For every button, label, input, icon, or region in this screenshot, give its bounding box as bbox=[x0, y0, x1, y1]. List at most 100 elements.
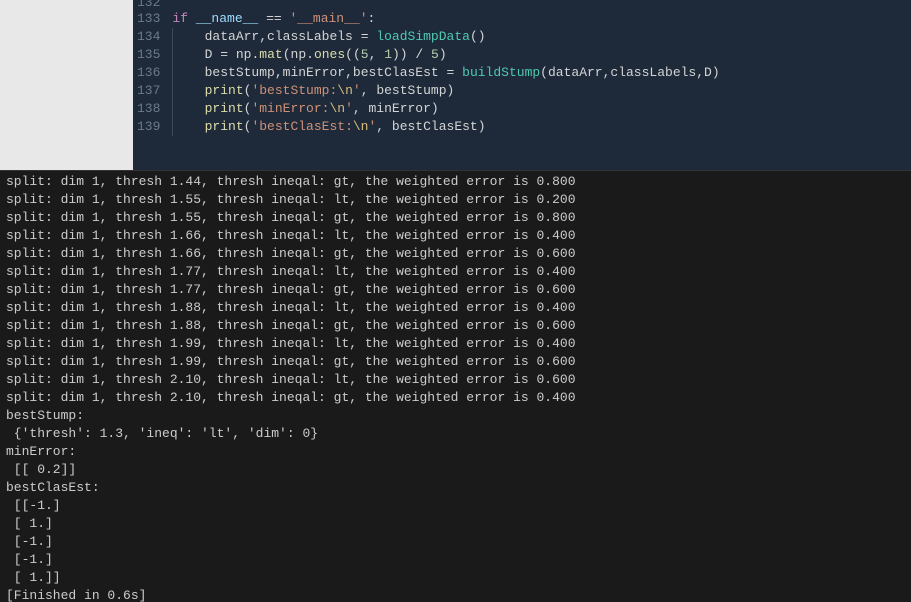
output-line: [ 1.] bbox=[6, 515, 905, 533]
token-call: print bbox=[205, 119, 244, 134]
token-op: == bbox=[266, 11, 282, 26]
token-var: bestClasEst bbox=[392, 119, 478, 134]
token-var: dataArr bbox=[205, 29, 260, 44]
code-line[interactable] bbox=[172, 0, 719, 10]
line-number: 135 bbox=[137, 46, 160, 64]
token-op: , bbox=[376, 119, 392, 134]
token-str: 'bestClasEst: bbox=[251, 119, 352, 134]
token-var: bestClasEst bbox=[353, 65, 439, 80]
token-op: ( bbox=[540, 65, 548, 80]
token-bname: __name__ bbox=[196, 11, 258, 26]
output-line: bestClasEst: bbox=[6, 479, 905, 497]
token-op: ) bbox=[447, 83, 455, 98]
token-var: minError bbox=[369, 101, 431, 116]
token-str: 'bestStump: bbox=[251, 83, 337, 98]
code-line[interactable]: dataArr,classLabels = loadSimpData() bbox=[172, 28, 719, 46]
output-line: [-1.] bbox=[6, 533, 905, 551]
output-line: split: dim 1, thresh 1.55, thresh ineqal… bbox=[6, 209, 905, 227]
token-str: '__main__' bbox=[289, 11, 367, 26]
token-op: )) bbox=[392, 47, 415, 62]
token-op: : bbox=[368, 11, 376, 26]
token-var: np bbox=[236, 47, 252, 62]
token-str: ' bbox=[345, 101, 353, 116]
token-op: , bbox=[696, 65, 704, 80]
token-op: / bbox=[415, 47, 431, 62]
token-op: , bbox=[353, 101, 369, 116]
token-fn: loadSimpData bbox=[376, 29, 470, 44]
token-esc: \n bbox=[353, 119, 369, 134]
token-op: (( bbox=[345, 47, 361, 62]
output-line: [[-1.] bbox=[6, 497, 905, 515]
output-line: split: dim 1, thresh 1.88, thresh ineqal… bbox=[6, 299, 905, 317]
file-sidebar bbox=[0, 0, 133, 170]
output-line: [-1.] bbox=[6, 551, 905, 569]
token-op: ) bbox=[478, 119, 486, 134]
token-esc: \n bbox=[329, 101, 345, 116]
token-var: bestStump bbox=[376, 83, 446, 98]
token-op: ) bbox=[431, 101, 439, 116]
output-line: split: dim 1, thresh 1.88, thresh ineqal… bbox=[6, 317, 905, 335]
output-line: split: dim 1, thresh 2.10, thresh ineqal… bbox=[6, 371, 905, 389]
line-number-gutter: 132133134135136137138139 bbox=[133, 0, 168, 170]
token-var: classLabels bbox=[610, 65, 696, 80]
token-op: = bbox=[447, 65, 455, 80]
code-line[interactable]: print('bestClasEst:\n', bestClasEst) bbox=[172, 118, 719, 136]
token-call: mat bbox=[259, 47, 282, 62]
code-area[interactable]: 132133134135136137138139 if __name__ == … bbox=[133, 0, 911, 170]
token-op: () bbox=[470, 29, 486, 44]
token-op: , bbox=[259, 29, 267, 44]
output-line: split: dim 1, thresh 1.99, thresh ineqal… bbox=[6, 353, 905, 371]
token-op: = bbox=[220, 47, 228, 62]
code-line[interactable]: print('bestStump:\n', bestStump) bbox=[172, 82, 719, 100]
output-line: split: dim 1, thresh 1.77, thresh ineqal… bbox=[6, 263, 905, 281]
line-number: 132 bbox=[137, 0, 160, 10]
token-op: ( bbox=[283, 47, 291, 62]
output-line: minError: bbox=[6, 443, 905, 461]
line-number: 138 bbox=[137, 100, 160, 118]
output-line: {'thresh': 1.3, 'ineq': 'lt', 'dim': 0} bbox=[6, 425, 905, 443]
token-var: dataArr bbox=[548, 65, 603, 80]
token-call: ones bbox=[314, 47, 345, 62]
code-line[interactable]: bestStump,minError,bestClasEst = buildSt… bbox=[172, 64, 719, 82]
token-op: , bbox=[361, 83, 377, 98]
line-number: 137 bbox=[137, 82, 160, 100]
token-num: 5 bbox=[431, 47, 439, 62]
output-line: split: dim 1, thresh 1.77, thresh ineqal… bbox=[6, 281, 905, 299]
output-line: split: dim 1, thresh 1.66, thresh ineqal… bbox=[6, 227, 905, 245]
build-output-panel[interactable]: split: dim 1, thresh 1.44, thresh ineqal… bbox=[0, 170, 911, 602]
token-op: ) bbox=[712, 65, 720, 80]
code-lines[interactable]: if __name__ == '__main__': dataArr,class… bbox=[168, 0, 719, 170]
output-line: split: dim 1, thresh 1.66, thresh ineqal… bbox=[6, 245, 905, 263]
code-line[interactable]: D = np.mat(np.ones((5, 1)) / 5) bbox=[172, 46, 719, 64]
token-num: 1 bbox=[384, 47, 392, 62]
token-call: print bbox=[205, 83, 244, 98]
line-number: 133 bbox=[137, 10, 160, 28]
token-var: D bbox=[704, 65, 712, 80]
token-var: np bbox=[291, 47, 307, 62]
token-op: . bbox=[306, 47, 314, 62]
token-op: , bbox=[345, 65, 353, 80]
output-line: split: dim 1, thresh 1.55, thresh ineqal… bbox=[6, 191, 905, 209]
token-str: ' bbox=[353, 83, 361, 98]
output-line: [ 1.]] bbox=[6, 569, 905, 587]
token-esc: \n bbox=[337, 83, 353, 98]
token-op: , bbox=[275, 65, 283, 80]
editor-pane: 132133134135136137138139 if __name__ == … bbox=[0, 0, 911, 170]
code-line[interactable]: if __name__ == '__main__': bbox=[172, 10, 719, 28]
token-var: classLabels bbox=[267, 29, 353, 44]
token-str: 'minError: bbox=[251, 101, 329, 116]
token-num: 5 bbox=[361, 47, 369, 62]
output-line: split: dim 1, thresh 1.44, thresh ineqal… bbox=[6, 173, 905, 191]
token-fn: buildStump bbox=[462, 65, 540, 80]
line-number: 134 bbox=[137, 28, 160, 46]
output-line: split: dim 1, thresh 2.10, thresh ineqal… bbox=[6, 389, 905, 407]
token-call: print bbox=[205, 101, 244, 116]
token-var: minError bbox=[283, 65, 345, 80]
output-line: bestStump: bbox=[6, 407, 905, 425]
token-op: ) bbox=[439, 47, 447, 62]
output-line: split: dim 1, thresh 1.99, thresh ineqal… bbox=[6, 335, 905, 353]
token-op: = bbox=[361, 29, 369, 44]
token-kw: if bbox=[172, 11, 188, 26]
token-var: bestStump bbox=[205, 65, 275, 80]
code-line[interactable]: print('minError:\n', minError) bbox=[172, 100, 719, 118]
